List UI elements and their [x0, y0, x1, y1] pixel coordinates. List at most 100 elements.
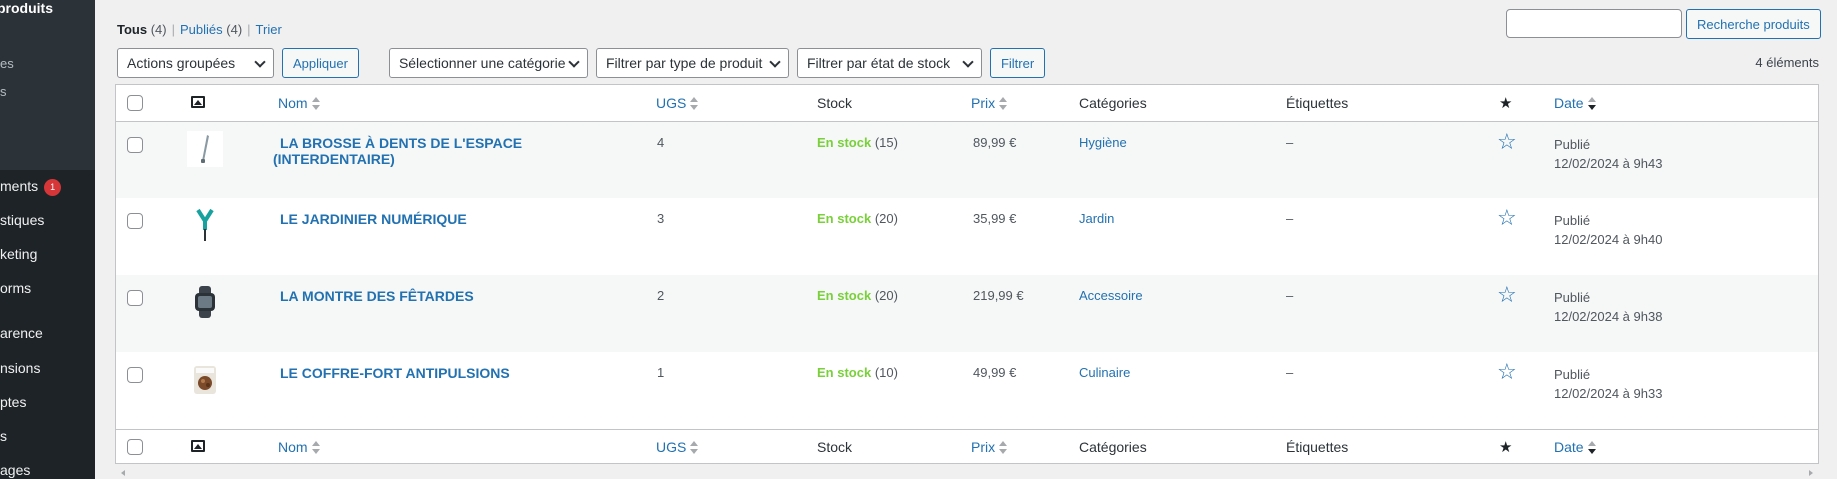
category-filter-select[interactable]: Sélectionner une catégorie	[388, 48, 588, 78]
column-price-sort[interactable]: Prix	[971, 439, 1008, 455]
product-tags: –	[1286, 365, 1294, 380]
stock-status-filter-select[interactable]: Filtrer par état de stock	[796, 48, 982, 78]
view-sort[interactable]: Trier	[256, 22, 282, 37]
column-name-sort[interactable]: Nom	[278, 439, 320, 455]
table-row: LA MONTRE DES FÊTARDES 2 En stock (20) 219,…	[116, 275, 1818, 352]
product-sku: 3	[657, 211, 665, 226]
menu-item-settings[interactable]: ages	[0, 462, 30, 478]
column-date-sort[interactable]: Date	[1554, 95, 1596, 111]
product-category-link[interactable]: Hygiène	[1079, 135, 1127, 150]
bulk-actions-select[interactable]: Actions groupées	[117, 48, 274, 78]
filter-button[interactable]: Filtrer	[989, 48, 1046, 78]
table-row: LA BROSSE À DENTS DE L'ESPACE (INTERDENT…	[116, 121, 1818, 198]
menu-item-tools[interactable]: s	[0, 428, 7, 444]
items-count: 4 éléments	[1755, 55, 1819, 70]
featured-star-icon[interactable]: ☆	[1497, 284, 1517, 306]
image-icon	[191, 95, 205, 108]
search-box: Recherche produits	[1506, 9, 1821, 39]
product-tags: –	[1286, 134, 1294, 150]
product-price: 219,99 €	[973, 288, 1024, 303]
stock-status: En stock (10)	[817, 365, 898, 380]
column-stock: Stock	[817, 439, 853, 456]
scroll-right-icon[interactable]	[1809, 470, 1813, 476]
products-submenu: produits es s	[0, 0, 95, 170]
search-button[interactable]: Recherche produits	[1686, 9, 1821, 39]
submenu-item[interactable]: s	[0, 84, 7, 99]
column-tags: Étiquettes	[1286, 439, 1349, 456]
menu-item-extensions[interactable]: nsions	[0, 360, 40, 376]
product-tags: –	[1286, 288, 1294, 303]
column-categories: Catégories	[1079, 439, 1147, 456]
select-all-checkbox[interactable]	[127, 94, 143, 111]
stock-status: En stock (20)	[817, 211, 898, 226]
menu-item-accounts[interactable]: ptes	[0, 394, 26, 410]
product-name-link[interactable]: LE COFFRE-FORT ANTIPULSIONS	[280, 365, 510, 381]
view-published[interactable]: Publiés (4)	[180, 22, 242, 37]
sort-arrows-icon	[311, 96, 320, 111]
chevron-down-icon	[568, 56, 580, 68]
column-date-sort[interactable]: Date	[1554, 439, 1596, 455]
menu-item-analytics[interactable]: stiques	[0, 212, 44, 228]
table-row: LE JARDINIER NUMÉRIQUE 3 En stock (20) 35,9…	[116, 198, 1818, 275]
product-sku: 2	[657, 288, 665, 303]
sort-arrows-icon	[999, 96, 1008, 111]
menu-item-forms[interactable]: orms	[0, 280, 31, 296]
menu-item-appearance[interactable]: arence	[0, 325, 43, 341]
star-icon: ★	[1499, 94, 1513, 112]
chevron-down-icon	[769, 56, 781, 68]
table-row: LE COFFRE-FORT ANTIPULSIONS 1 En stock (10…	[116, 352, 1818, 429]
tablenav-top: Actions groupées Appliquer Sélectionner …	[117, 48, 1046, 78]
publish-status: Publié	[1554, 136, 1591, 152]
column-sku-sort[interactable]: UGS	[656, 439, 699, 455]
column-sku-sort[interactable]: UGS	[656, 95, 699, 111]
products-table: Nom UGS Stock Prix Catégories Étiquettes…	[115, 84, 1819, 464]
sort-desc-icon	[1587, 96, 1596, 111]
column-categories: Catégories	[1079, 94, 1147, 111]
column-name-sort[interactable]: Nom	[278, 95, 320, 111]
submenu-title[interactable]: produits	[0, 0, 53, 16]
product-thumbnail[interactable]	[187, 130, 223, 167]
apply-button[interactable]: Appliquer	[282, 48, 359, 78]
star-icon: ★	[1499, 439, 1513, 457]
status-views: Tous (4) | Publiés (4) | Trier	[117, 22, 282, 37]
row-checkbox[interactable]	[127, 136, 143, 153]
column-price-sort[interactable]: Prix	[971, 95, 1008, 111]
product-category-link[interactable]: Accessoire	[1079, 288, 1143, 303]
row-checkbox[interactable]	[127, 290, 143, 306]
admin-sidebar: produits es s ments 1 stiques keting orms…	[0, 0, 95, 479]
product-price: 89,99 €	[973, 134, 1017, 150]
sort-arrows-icon	[690, 96, 699, 111]
product-name-link[interactable]: LA MONTRE DES FÊTARDES	[280, 288, 474, 304]
product-name-link[interactable]: LA BROSSE À DENTS DE L'ESPACE (INTERDENT…	[273, 135, 522, 167]
product-sku: 4	[657, 134, 665, 150]
product-type-filter-select[interactable]: Filtrer par type de produit	[595, 48, 789, 78]
row-checkbox[interactable]	[127, 367, 143, 383]
product-category-link[interactable]: Culinaire	[1079, 365, 1130, 380]
row-checkbox[interactable]	[127, 213, 143, 229]
select-all-checkbox[interactable]	[127, 439, 143, 456]
horizontal-scrollbar[interactable]	[115, 468, 1819, 478]
sort-desc-icon	[1587, 441, 1596, 455]
product-thumbnail[interactable]	[187, 361, 223, 397]
publish-date: 12/02/2024 à 9h38	[1554, 309, 1663, 324]
publish-date: 12/02/2024 à 9h43	[1554, 155, 1663, 171]
table-footer-row: Nom UGS Stock Prix Catégories Étiquettes…	[116, 429, 1818, 463]
product-thumbnail[interactable]	[187, 284, 223, 320]
product-sku: 1	[657, 365, 665, 380]
view-all[interactable]: Tous (4)	[117, 22, 167, 37]
product-category-link[interactable]: Jardin	[1079, 211, 1114, 226]
publish-status: Publié	[1554, 213, 1591, 228]
featured-star-icon[interactable]: ☆	[1497, 130, 1517, 153]
chevron-down-icon	[254, 56, 266, 68]
menu-item-marketing[interactable]: keting	[0, 246, 37, 262]
featured-star-icon[interactable]: ☆	[1497, 361, 1517, 383]
product-name-link[interactable]: LE JARDINIER NUMÉRIQUE	[280, 211, 467, 227]
menu-item-payments[interactable]: ments 1	[0, 178, 62, 196]
scroll-left-icon[interactable]	[121, 470, 125, 476]
product-tags: –	[1286, 211, 1294, 226]
submenu-item[interactable]: es	[0, 56, 14, 71]
product-price: 35,99 €	[973, 211, 1017, 226]
search-input[interactable]	[1506, 9, 1682, 38]
featured-star-icon[interactable]: ☆	[1497, 207, 1517, 229]
product-thumbnail[interactable]	[187, 207, 223, 243]
